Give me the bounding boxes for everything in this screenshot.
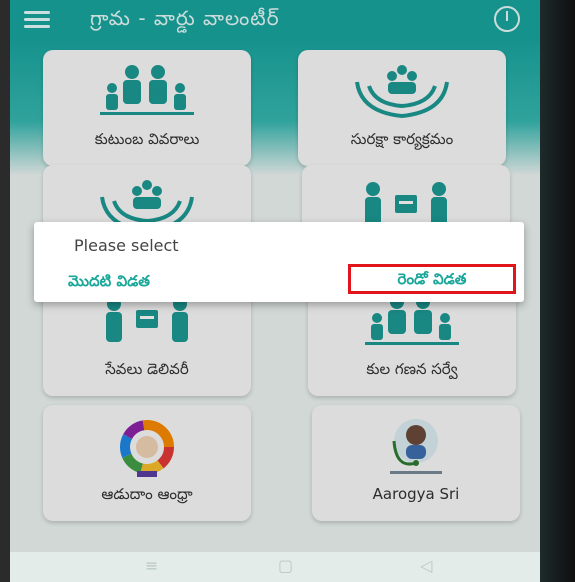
home-icon[interactable]: ▢ [278,556,293,575]
second-phase-option[interactable]: రెండో విడత [348,264,516,294]
system-nav-bar: ≡ ▢ ◁ [10,552,540,582]
dialog-title: Please select [74,236,179,255]
phone-frame: గ్రామ - వార్డు వాలంటీర్ కుటుంబ వివరాలు స… [0,0,575,582]
device-edge [540,0,575,582]
back-icon[interactable]: ◁ [420,556,432,575]
app-screen: గ్రామ - వార్డు వాలంటీర్ కుటుంబ వివరాలు స… [10,0,540,582]
recent-apps-icon[interactable]: ≡ [145,556,158,575]
first-phase-option[interactable]: మొదటి విడత [68,272,150,294]
select-dialog: Please select మొదటి విడత రెండో విడత [34,222,524,302]
